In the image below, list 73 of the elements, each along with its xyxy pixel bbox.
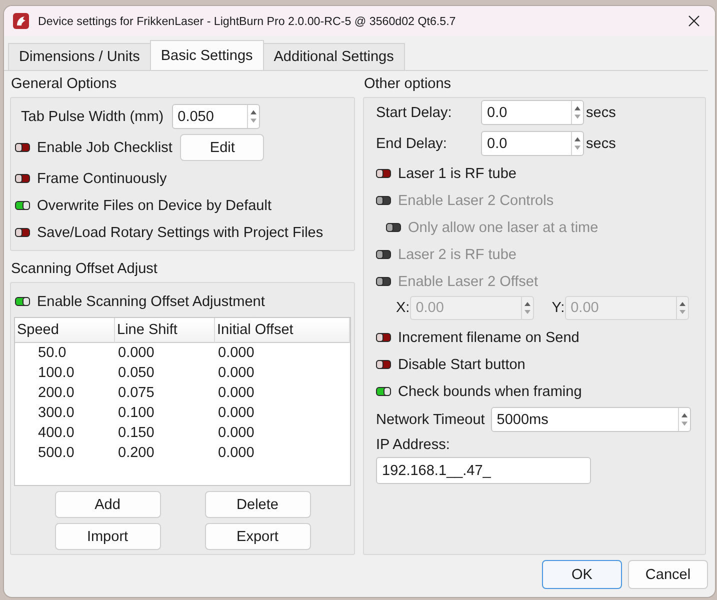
toggle-checkbox[interactable]: Enable Job Checklist [15,140,172,156]
number-field[interactable]: 5000ms [490,407,691,432]
toggle-checkbox[interactable]: Laser 1 is RF tube [376,166,516,182]
section-title: Other options [364,76,452,92]
table-cell-text: 0.000 [217,384,256,403]
table-cell-text: 500.0 [37,444,76,463]
table-cell-text: 0.150 [117,424,156,443]
spin-arrows-icon[interactable] [246,105,259,128]
app-logo-icon [13,13,29,29]
toggle-checkbox[interactable]: Disable Start button [376,356,526,372]
table-cell-text: 100.0 [37,364,76,383]
table-action-button[interactable]: Export [204,523,310,550]
table-cell-text: 0.000 [217,404,256,423]
section-title: Scanning Offset Adjust [11,261,158,277]
table-cell-text: 0.000 [217,444,256,463]
axis-label: X: [396,300,410,316]
field-label: Start Delay: [376,104,452,120]
number-field[interactable]: 0.0 [481,131,584,156]
tab[interactable]: Additional Settings [262,43,405,70]
field-label: IP Address: [376,436,450,452]
toggle-icon[interactable] [15,297,30,306]
section-title: General Options [11,76,117,92]
toggle-icon[interactable] [376,169,391,178]
table-action-button[interactable]: Add [54,491,160,518]
table-cell-text: 0.000 [217,364,256,383]
table-cell-text: 0.200 [117,444,156,463]
table-cell-text: 0.000 [217,344,256,363]
column-header[interactable]: Initial Offset [215,318,350,343]
toggle-icon[interactable] [376,387,391,396]
axis-label: Y: [552,300,565,316]
edit-button[interactable]: Edit [180,134,264,161]
column-header[interactable]: Line Shift [115,318,215,343]
toggle-checkbox[interactable]: Frame Continuously [15,170,167,186]
table-cell-text: 0.000 [117,344,156,363]
unit-label: secs [586,136,616,152]
table-cell-text: 0.075 [117,384,156,403]
field-label: Network Timeout [376,412,485,428]
text-field[interactable]: 192.168.1__.47_ [376,457,591,484]
toggle-icon[interactable] [15,174,30,183]
dialog-button[interactable]: Cancel [628,560,708,589]
tab[interactable]: Dimensions / Units [8,43,151,70]
toggle-checkbox[interactable]: Check bounds when framing [376,384,582,400]
column-header[interactable]: Speed [15,318,115,343]
spin-arrows-icon[interactable] [571,101,583,124]
table-action-button[interactable]: Import [54,523,160,550]
spin-arrows-icon[interactable] [678,408,690,431]
table-cell-text: 50.0 [37,344,68,363]
table-cell-text: 400.0 [37,424,76,443]
table-action-button[interactable]: Delete [204,491,310,518]
toggle-icon[interactable] [376,360,391,369]
table-cell-text: 0.100 [117,404,156,423]
window-title: Device settings for FrikkenLaser - LightBurn Pro 2.0.00-RC-5 @ 3560d02 Qt6.5.7 [38,14,456,28]
unit-label: secs [586,104,616,120]
close-icon[interactable] [688,15,700,27]
tab[interactable]: Basic Settings [150,40,264,70]
table-cell-text: 0.050 [117,364,156,383]
number-field[interactable]: 0.050 [172,104,260,129]
number-field[interactable]: 0.0 [481,100,584,125]
table-cell-text: 300.0 [37,404,76,423]
field-label: End Delay: [376,136,447,152]
field-label: Tab Pulse Width (mm) [21,108,164,124]
toggle-icon[interactable] [15,201,30,210]
dialog-button[interactable]: OK [542,560,622,589]
toggle-checkbox[interactable]: Enable Scanning Offset Adjustment [15,294,265,310]
toggle-icon[interactable] [15,143,30,152]
toggle-checkbox[interactable]: Increment filename on Send [376,330,580,346]
table-cell-text: 0.000 [217,424,256,443]
spin-arrows-icon[interactable] [571,132,583,155]
toggle-icon[interactable] [15,228,30,237]
table-cell-text: 200.0 [37,384,76,403]
toggle-icon[interactable] [376,333,391,342]
toggle-checkbox[interactable]: Save/Load Rotary Settings with Project Files [15,224,324,240]
toggle-checkbox[interactable]: Overwrite Files on Device by Default [15,198,272,214]
